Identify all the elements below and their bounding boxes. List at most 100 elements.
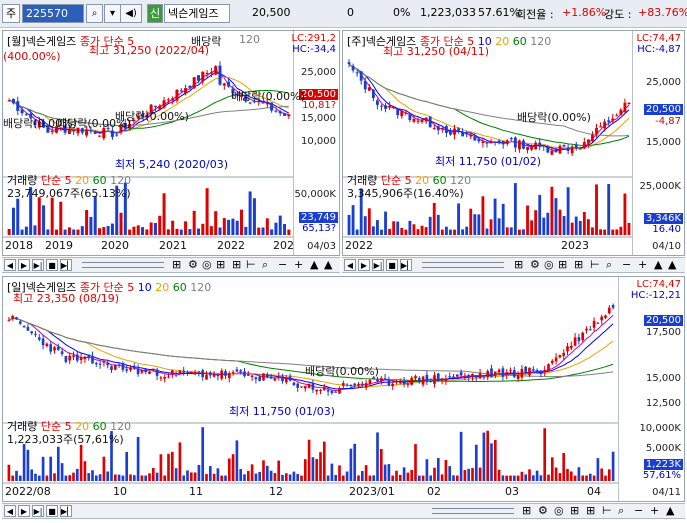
stock-code-input[interactable]: 225570 [22, 4, 84, 23]
candle-body [129, 367, 132, 371]
candle-body [357, 383, 360, 386]
grid2-icon[interactable]: ⊞ [558, 259, 567, 271]
settings-icon[interactable]: ⚙ [188, 259, 198, 271]
zoom-out-icon[interactable]: ▲ [666, 505, 674, 517]
daily-vol-tick: 5,000K [645, 443, 681, 454]
prev-icon[interactable]: ◀ [4, 259, 16, 271]
chart-icon[interactable]: ◎ [554, 505, 564, 517]
grid3-icon[interactable]: ⊞ [232, 259, 241, 271]
zoom-in-icon[interactable]: ▲ [310, 259, 318, 271]
grid2-icon[interactable]: ⊞ [570, 505, 579, 517]
candle-body [501, 140, 505, 145]
end-icon[interactable]: ▶▏ [400, 259, 413, 271]
minus-icon[interactable]: − [634, 505, 643, 517]
monthly-ytick: 15,000 [301, 113, 336, 124]
zoom-icon[interactable]: ⌕ [262, 259, 268, 271]
grid3-icon[interactable]: ⊞ [586, 505, 595, 517]
next-icon[interactable]: ▶| [32, 505, 44, 517]
play-icon[interactable]: ▶ [18, 505, 30, 517]
stop-icon[interactable]: ■ [386, 259, 398, 271]
candle-body [334, 391, 338, 393]
cursor-icon[interactable]: ⊢ [590, 259, 600, 271]
chart-icon[interactable]: ◎ [544, 259, 554, 271]
stock-name-field[interactable]: 넥슨게임즈 [164, 4, 230, 23]
end-icon[interactable]: ▶▏ [60, 505, 73, 517]
volume-bar [599, 229, 602, 235]
weekly-div1: 배당락(0.00%) [517, 111, 591, 124]
candle-body [383, 378, 387, 380]
grid-icon[interactable]: ⊞ [172, 259, 181, 271]
minus-icon[interactable]: − [622, 259, 631, 271]
volume-bar [436, 214, 440, 235]
grid2-icon[interactable]: ⊞ [216, 259, 225, 271]
candle-body [558, 355, 562, 358]
zoom-out-icon[interactable]: ▲ [324, 259, 332, 271]
candle-body [547, 364, 550, 372]
search-icon[interactable]: ⌕ [86, 4, 103, 23]
volume-bar [174, 468, 178, 481]
volume-bar [296, 474, 300, 481]
settings-icon[interactable]: ⚙ [538, 505, 548, 517]
volume-bar [248, 191, 252, 235]
plus-icon[interactable]: + [638, 259, 647, 271]
search-dropdown-icon[interactable]: ▾ [104, 4, 121, 23]
volume-bar [448, 466, 452, 481]
zoom-icon[interactable]: ⌕ [618, 505, 624, 517]
grid3-icon[interactable]: ⊞ [574, 259, 583, 271]
zoom-out-icon[interactable]: ▲ [668, 259, 676, 271]
candle-body [136, 368, 140, 375]
zoom-in-icon[interactable]: ▲ [654, 259, 662, 271]
volume-bar [75, 468, 79, 481]
volume-bar [283, 223, 287, 235]
plus-icon[interactable]: + [294, 259, 303, 271]
play-icon[interactable]: ▶ [18, 259, 30, 271]
daily-xtick: 2022/08 [5, 485, 51, 498]
stop-icon[interactable]: ■ [46, 259, 58, 271]
monthly-xtick: 2022 [217, 239, 245, 252]
candle-body [49, 344, 53, 352]
cursor-icon[interactable]: ⊢ [602, 505, 612, 517]
prev-icon[interactable]: ◀ [344, 259, 356, 271]
plus-icon[interactable]: + [650, 505, 659, 517]
candle-body [175, 89, 179, 101]
volume-bar [218, 227, 222, 235]
slider-icon[interactable] [82, 262, 164, 268]
next-icon[interactable]: ▶| [372, 259, 384, 271]
weekly-chart-panel[interactable]: [주]넥슨게임즈 종가 단순 5 10 20 60 120 최고 31,250 … [342, 30, 685, 256]
candle-body [359, 71, 363, 81]
volume-bar [188, 229, 192, 235]
volume-bar [588, 473, 592, 481]
monthly-chart-panel[interactable]: [월]넥슨게임즈 종가 단순 5 배당락 120 최고 31,250 (2022… [2, 30, 340, 256]
volume-bar [550, 457, 554, 481]
slider-icon[interactable] [422, 262, 504, 268]
slider-icon[interactable] [432, 508, 514, 514]
volume-bar [388, 228, 392, 235]
volume-bar [392, 221, 396, 235]
speaker-icon[interactable]: ◀) [120, 4, 142, 23]
volume-bar [558, 209, 562, 235]
chart-icon[interactable]: ◎ [202, 259, 212, 271]
candle-body [395, 381, 398, 383]
candle-body [417, 378, 421, 383]
market-select[interactable]: 주 [2, 4, 20, 23]
play-icon[interactable]: ▶ [358, 259, 370, 271]
cursor-icon[interactable]: ⊢ [246, 259, 256, 271]
grid-icon[interactable]: ⊞ [522, 505, 531, 517]
volume-bar [149, 222, 153, 235]
prev-icon[interactable]: ◀ [4, 505, 16, 517]
zoom-icon[interactable]: ⌕ [606, 259, 612, 271]
candle-body [482, 374, 486, 377]
settings-icon[interactable]: ⚙ [530, 259, 540, 271]
daily-ytick: 15,000 [646, 373, 681, 384]
next-icon[interactable]: ▶| [32, 259, 44, 271]
volume-bar [292, 471, 296, 481]
grid-icon[interactable]: ⊞ [514, 259, 523, 271]
end-icon[interactable]: ▶▏ [60, 259, 73, 271]
candle-body [424, 117, 428, 122]
daily-chart-panel[interactable]: [일]넥슨게임즈 종가 단순 5 10 20 60 120 최고 23,350 … [2, 276, 685, 502]
candle-body [428, 116, 432, 128]
candle-body [588, 329, 592, 331]
minus-icon[interactable]: − [278, 259, 287, 271]
stop-icon[interactable]: ■ [46, 505, 58, 517]
candle-body [288, 376, 292, 381]
